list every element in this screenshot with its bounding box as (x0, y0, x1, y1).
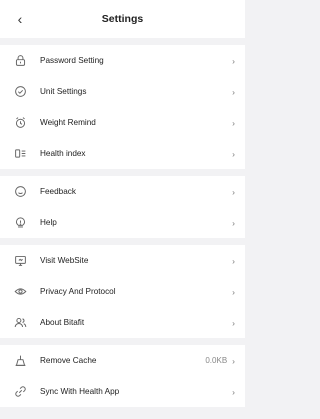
check-circle-icon (0, 85, 40, 98)
row-label: Health index (40, 149, 86, 158)
chevron-right-icon: › (232, 117, 235, 128)
settings-group-about: Visit WebSite › Privacy And Protocol › A… (0, 245, 245, 338)
page-title: Settings (101, 13, 144, 25)
settings-group-account: Password Setting › Unit Settings › Weigh… (0, 45, 245, 169)
chevron-right-icon: › (232, 86, 235, 97)
cache-size-value: 0.0KB (205, 356, 228, 365)
list-index-icon (0, 147, 40, 160)
monitor-icon (0, 254, 40, 267)
about-bitafit-row[interactable]: About Bitafit › (0, 307, 245, 338)
feedback-row[interactable]: Feedback › (0, 176, 245, 207)
broom-icon (0, 354, 40, 367)
row-label: Weight Remind (40, 118, 96, 127)
chevron-right-icon: › (232, 217, 235, 228)
row-label: Password Setting (40, 56, 104, 65)
header-bar: ‹ Settings (0, 0, 245, 38)
health-index-row[interactable]: Health index › (0, 138, 245, 169)
chevron-right-icon: › (232, 386, 235, 397)
row-label: Privacy And Protocol (40, 287, 116, 296)
eye-icon (0, 285, 40, 298)
row-label: Help (40, 218, 57, 227)
visit-website-row[interactable]: Visit WebSite › (0, 245, 245, 276)
lock-icon (0, 54, 40, 67)
remove-cache-row[interactable]: Remove Cache 0.0KB › (0, 345, 245, 376)
weight-remind-row[interactable]: Weight Remind › (0, 107, 245, 138)
help-bulb-icon (0, 216, 40, 229)
sync-health-app-row[interactable]: Sync With Health App › (0, 376, 245, 407)
privacy-protocol-row[interactable]: Privacy And Protocol › (0, 276, 245, 307)
settings-group-data: Remove Cache 0.0KB › Sync With Health Ap… (0, 345, 245, 407)
chevron-right-icon: › (232, 186, 235, 197)
back-icon: ‹ (17, 11, 23, 27)
chevron-right-icon: › (232, 55, 235, 66)
alarm-clock-icon (0, 116, 40, 129)
back-button[interactable]: ‹ (8, 0, 32, 38)
sync-link-icon (0, 385, 40, 398)
chevron-right-icon: › (232, 255, 235, 266)
smile-icon (0, 185, 40, 198)
row-label: Remove Cache (40, 356, 97, 365)
chevron-right-icon: › (232, 355, 235, 366)
row-label: Unit Settings (40, 87, 87, 96)
row-label: About Bitafit (40, 318, 85, 327)
password-setting-row[interactable]: Password Setting › (0, 45, 245, 76)
unit-settings-row[interactable]: Unit Settings › (0, 76, 245, 107)
chevron-right-icon: › (232, 148, 235, 159)
chevron-right-icon: › (232, 286, 235, 297)
row-label: Visit WebSite (40, 256, 89, 265)
help-row[interactable]: Help › (0, 207, 245, 238)
users-icon (0, 316, 40, 329)
row-label: Sync With Health App (40, 387, 120, 396)
settings-group-support: Feedback › Help › (0, 176, 245, 238)
row-label: Feedback (40, 187, 76, 196)
chevron-right-icon: › (232, 317, 235, 328)
